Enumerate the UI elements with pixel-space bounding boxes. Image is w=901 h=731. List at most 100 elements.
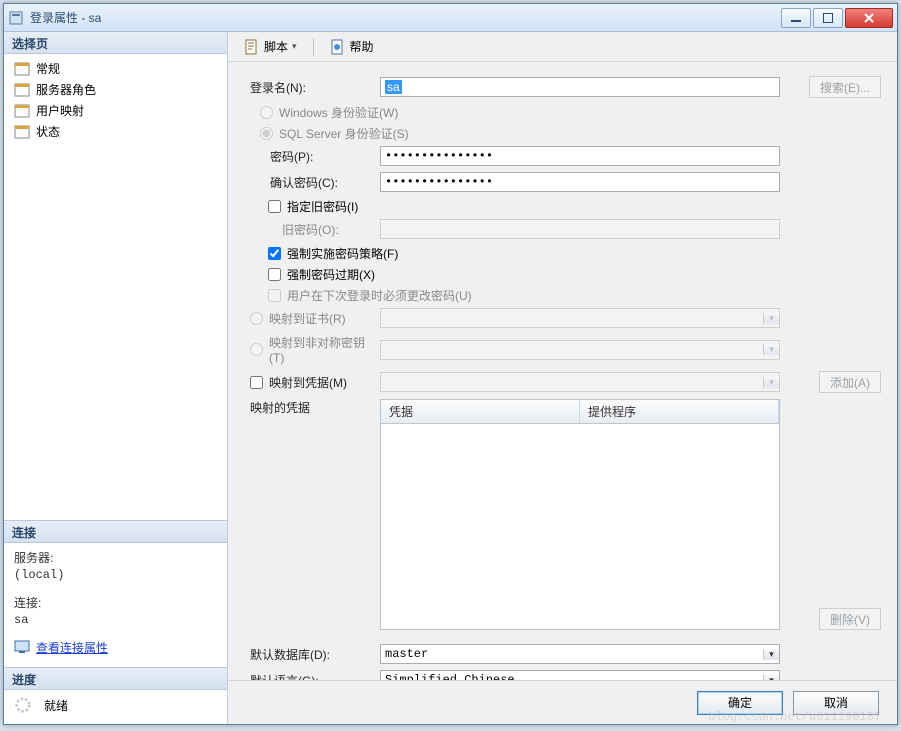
- login-properties-window: 登录属性 - sa 选择页 常规 服务器角色 用户映射: [3, 3, 898, 725]
- sidebar-item-server-roles[interactable]: 服务器角色: [4, 79, 227, 100]
- view-connection-properties-label: 查看连接属性: [36, 639, 108, 656]
- sidebar-item-user-mapping[interactable]: 用户映射: [4, 100, 227, 121]
- map-asym-combo: ▾: [380, 340, 780, 360]
- windows-auth-radio-input: [260, 106, 273, 119]
- map-cred-combo: ▾: [380, 372, 780, 392]
- enforce-policy-input[interactable]: [268, 247, 281, 260]
- server-label: 服务器:: [14, 549, 217, 566]
- page-icon: [14, 62, 30, 76]
- app-icon: [8, 10, 24, 26]
- ok-button[interactable]: 确定: [697, 691, 783, 715]
- login-name-input[interactable]: sa: [380, 77, 780, 97]
- search-button: 搜索(E)...: [809, 76, 881, 98]
- toolbar-separator: [313, 38, 314, 56]
- grid-col-credential: 凭据: [381, 400, 580, 423]
- enforce-expire-input[interactable]: [268, 268, 281, 281]
- script-button[interactable]: 脚本 ▾: [238, 36, 303, 57]
- specify-old-password-input[interactable]: [268, 200, 281, 213]
- maximize-button[interactable]: [813, 8, 843, 28]
- credentials-grid[interactable]: [380, 424, 780, 630]
- sidebar: 选择页 常规 服务器角色 用户映射 状态: [4, 32, 228, 724]
- view-connection-properties-link[interactable]: 查看连接属性: [14, 639, 108, 656]
- old-password-input: [380, 219, 780, 239]
- chevron-down-icon: ▾: [763, 344, 779, 355]
- server-value: (local): [14, 568, 217, 582]
- map-cert-radio: [250, 312, 263, 325]
- script-icon: [244, 39, 260, 55]
- map-cert-label: 映射到证书(R): [269, 310, 346, 327]
- progress-status: 就绪: [44, 697, 68, 714]
- mapped-creds-label: 映射的凭据: [250, 399, 380, 416]
- connection-label: 连接:: [14, 594, 217, 611]
- help-label: 帮助: [350, 38, 374, 55]
- sidebar-progress-header: 进度: [4, 668, 227, 690]
- specify-old-password-label: 指定旧密码(I): [287, 198, 358, 215]
- credentials-grid-header: 凭据 提供程序: [380, 399, 780, 424]
- page-icon: [14, 83, 30, 97]
- help-icon: [330, 39, 346, 55]
- default-db-combo[interactable]: master▾: [380, 644, 780, 664]
- chevron-down-icon[interactable]: ▾: [763, 649, 779, 660]
- enforce-expire-checkbox[interactable]: 强制密码过期(X): [250, 266, 881, 283]
- map-asym-radio: [250, 343, 263, 356]
- old-password-label: 旧密码(O):: [250, 221, 380, 238]
- chevron-down-icon: ▾: [292, 41, 297, 52]
- specify-old-password-checkbox[interactable]: 指定旧密码(I): [250, 198, 881, 215]
- titlebar[interactable]: 登录属性 - sa: [4, 4, 897, 32]
- map-cert-combo: ▾: [380, 308, 780, 328]
- confirm-password-label: 确认密码(C):: [250, 174, 380, 191]
- page-icon: [14, 104, 30, 118]
- enforce-expire-label: 强制密码过期(X): [287, 266, 375, 283]
- enforce-policy-checkbox[interactable]: 强制实施密码策略(F): [250, 245, 881, 262]
- monitor-icon: [14, 640, 30, 654]
- password-input[interactable]: [380, 146, 780, 166]
- toolbar: 脚本 ▾ 帮助: [228, 32, 897, 62]
- must-change-checkbox: 用户在下次登录时必须更改密码(U): [250, 287, 881, 304]
- default-db-value: master: [381, 647, 763, 661]
- default-lang-value: Simplified Chinese: [381, 673, 763, 680]
- confirm-password-input[interactable]: [380, 172, 780, 192]
- windows-auth-radio: Windows 身份验证(W): [250, 104, 881, 121]
- add-button: 添加(A): [819, 371, 881, 393]
- sidebar-item-label: 状态: [36, 123, 60, 140]
- sidebar-select-page-header: 选择页: [4, 32, 227, 54]
- sidebar-item-status[interactable]: 状态: [4, 121, 227, 142]
- chevron-down-icon: ▾: [763, 313, 779, 324]
- window-title: 登录属性 - sa: [30, 9, 781, 26]
- dialog-buttons: 确定 取消: [228, 680, 897, 724]
- remove-button: 删除(V): [819, 608, 881, 630]
- minimize-button[interactable]: [781, 8, 811, 28]
- form-area: 登录名(N): sa 搜索(E)... Windows 身份验证(W) SQL …: [228, 62, 897, 680]
- connection-value: sa: [14, 613, 217, 627]
- progress-ring-icon: [14, 696, 32, 714]
- script-label: 脚本: [264, 38, 288, 55]
- sql-auth-radio: SQL Server 身份验证(S): [250, 125, 881, 142]
- sql-auth-label: SQL Server 身份验证(S): [279, 125, 409, 142]
- sql-auth-radio-input: [260, 127, 273, 140]
- password-label: 密码(P):: [250, 148, 380, 165]
- chevron-down-icon: ▾: [763, 377, 779, 388]
- login-name-value: sa: [385, 80, 402, 94]
- default-lang-label: 默认语言(G):: [250, 672, 380, 681]
- map-cred-checkbox[interactable]: [250, 376, 263, 389]
- sidebar-item-label: 服务器角色: [36, 81, 96, 98]
- grid-col-provider: 提供程序: [580, 400, 779, 423]
- sidebar-page-list: 常规 服务器角色 用户映射 状态: [4, 54, 227, 146]
- default-db-label: 默认数据库(D):: [250, 646, 380, 663]
- cancel-button[interactable]: 取消: [793, 691, 879, 715]
- sidebar-item-label: 常规: [36, 60, 60, 77]
- sidebar-item-label: 用户映射: [36, 102, 84, 119]
- must-change-input: [268, 289, 281, 302]
- close-button[interactable]: [845, 8, 893, 28]
- login-name-label: 登录名(N):: [250, 79, 380, 96]
- windows-auth-label: Windows 身份验证(W): [279, 104, 398, 121]
- map-cred-label: 映射到凭据(M): [269, 374, 347, 391]
- sidebar-item-general[interactable]: 常规: [4, 58, 227, 79]
- map-asym-label: 映射到非对称密钥(T): [269, 334, 380, 365]
- default-lang-combo[interactable]: Simplified Chinese▾: [380, 670, 780, 680]
- enforce-policy-label: 强制实施密码策略(F): [287, 245, 398, 262]
- must-change-label: 用户在下次登录时必须更改密码(U): [287, 287, 472, 304]
- sidebar-connection-header: 连接: [4, 521, 227, 543]
- page-icon: [14, 125, 30, 139]
- help-button[interactable]: 帮助: [324, 36, 380, 57]
